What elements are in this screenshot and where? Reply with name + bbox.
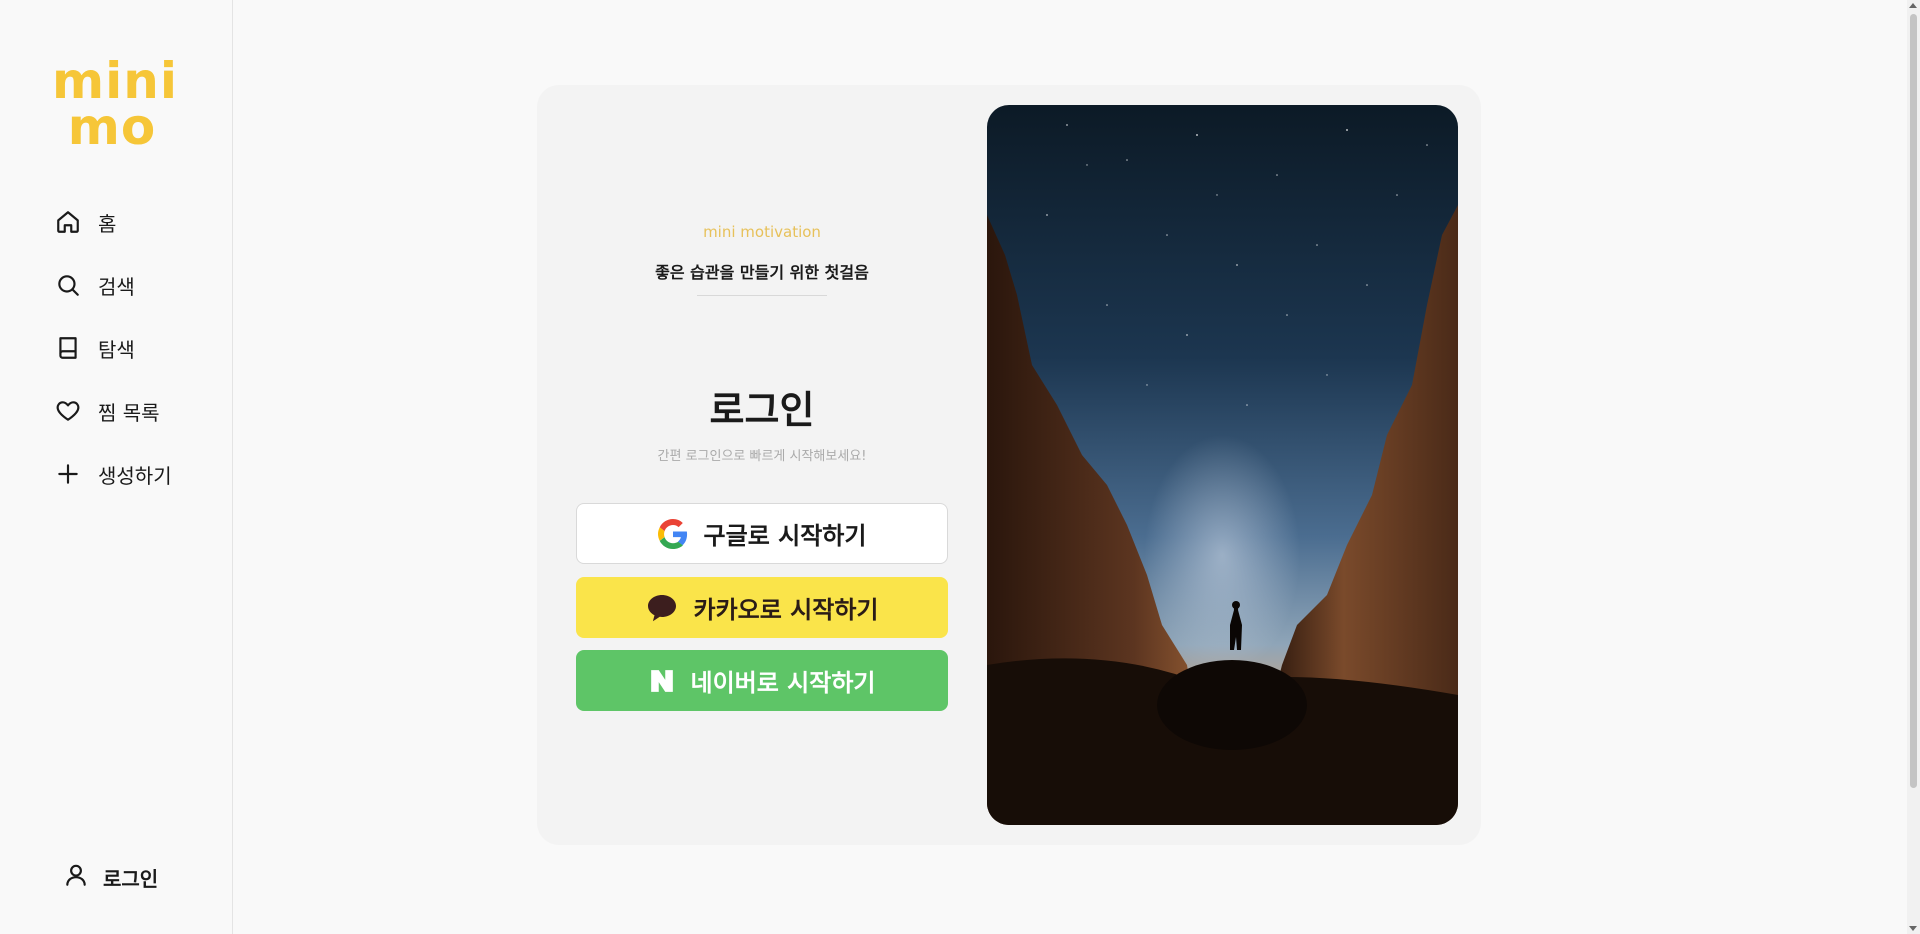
login-panel: mini motivation 좋은 습관을 만들기 위한 첫걸음 로그인 간편…: [537, 85, 987, 845]
app-root: mini mo 홈 검색 탐색 찜 목록 생성하기 로그인 mini motiv…: [0, 0, 1920, 934]
sidebar-item-explore[interactable]: 탐색: [53, 330, 172, 366]
sidebar-item-create[interactable]: 생성하기: [53, 456, 172, 492]
scrollbar-thumb[interactable]: [1910, 14, 1917, 788]
search-icon: [53, 270, 83, 300]
sidebar-item-label: 탐색: [98, 337, 135, 362]
sidebar-nav: 홈 검색 탐색 찜 목록 생성하기: [53, 204, 172, 519]
naver-n-icon: [649, 668, 675, 694]
login-card: mini motivation 좋은 습관을 만들기 위한 첫걸음 로그인 간편…: [537, 85, 1481, 845]
naver-login-label: 네이버로 시작하기: [690, 669, 876, 697]
naver-login-button[interactable]: 네이버로 시작하기: [576, 650, 948, 711]
google-login-label: 구글로 시작하기: [703, 522, 867, 550]
google-login-button[interactable]: 구글로 시작하기: [576, 503, 948, 564]
sidebar-item-search[interactable]: 검색: [53, 267, 172, 303]
vertical-scrollbar[interactable]: [1907, 0, 1920, 934]
scroll-down-arrow-icon[interactable]: [1909, 926, 1917, 931]
page-title: 로그인: [709, 388, 815, 432]
tagline-korean: 좋은 습관을 만들기 위한 첫걸음: [655, 263, 869, 282]
scroll-up-arrow-icon[interactable]: [1909, 3, 1917, 8]
heart-icon: [53, 396, 83, 426]
brand-logo[interactable]: mini mo: [52, 56, 177, 156]
kakao-login-label: 카카오로 시작하기: [693, 596, 879, 624]
sidebar-login-label: 로그인: [103, 866, 159, 891]
sidebar-item-home[interactable]: 홈: [53, 204, 172, 240]
kakao-login-button[interactable]: 카카오로 시작하기: [576, 577, 948, 638]
hero-photo: [987, 105, 1458, 825]
login-subtitle: 간편 로그인으로 빠르게 시작해보세요!: [657, 449, 867, 464]
sidebar: mini mo 홈 검색 탐색 찜 목록 생성하기 로그인: [0, 0, 233, 934]
logo-line-2: mo: [67, 98, 157, 156]
sidebar-login-button[interactable]: 로그인: [63, 862, 158, 892]
divider: [697, 295, 827, 296]
user-icon: [63, 862, 89, 892]
book-icon: [53, 333, 83, 363]
sidebar-item-label: 홈: [98, 211, 117, 236]
plus-icon: [53, 459, 83, 489]
google-icon: [657, 518, 688, 549]
tagline-english: mini motivation: [703, 223, 821, 241]
sidebar-item-wishlist[interactable]: 찜 목록: [53, 393, 172, 429]
sidebar-item-label: 찜 목록: [98, 400, 160, 425]
home-icon: [53, 207, 83, 237]
sidebar-item-label: 생성하기: [98, 463, 172, 488]
chat-bubble-icon: [646, 593, 678, 623]
sidebar-item-label: 검색: [98, 274, 135, 299]
